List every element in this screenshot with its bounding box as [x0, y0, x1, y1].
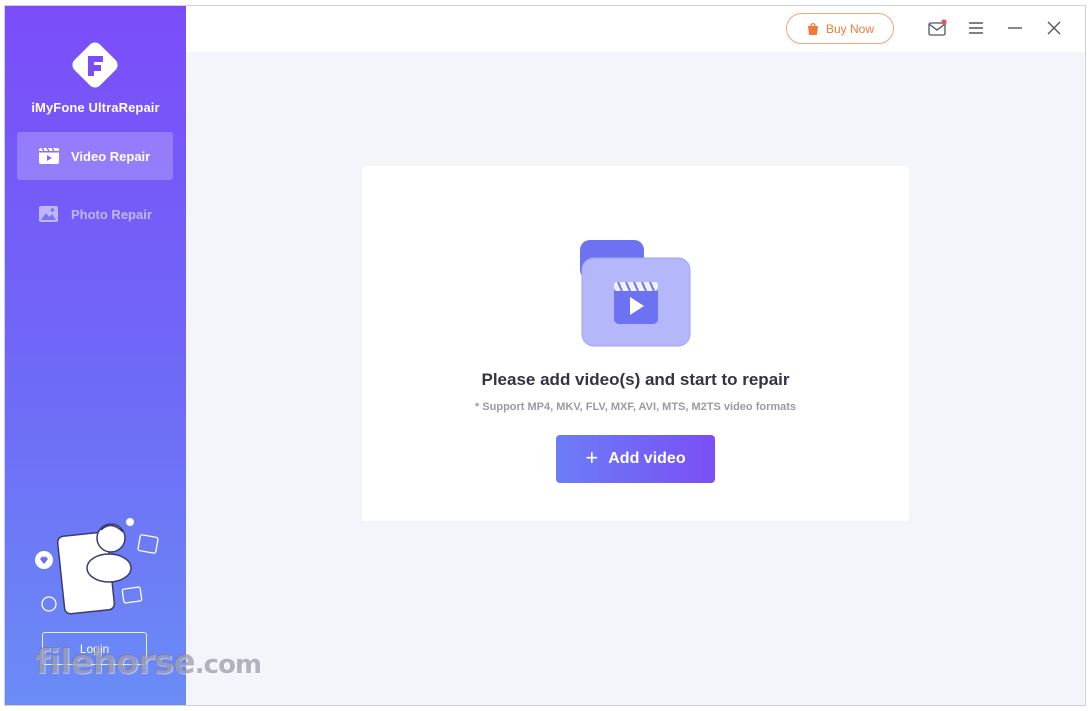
- title-bar: Buy Now: [186, 6, 1085, 52]
- photo-icon: [38, 205, 60, 223]
- menu-icon[interactable]: [966, 18, 986, 38]
- sidebar-item-label: Photo Repair: [71, 206, 152, 222]
- drop-zone-title: Please add video(s) and start to repair: [481, 370, 790, 389]
- supported-formats-text: * Support MP4, MKV, FLV, MXF, AVI, MTS, …: [474, 401, 797, 413]
- add-video-label: Add video: [608, 450, 686, 467]
- sidebar-item-photo-repair[interactable]: Photo Repair: [17, 190, 173, 238]
- sidebar: iMyFone UltraRepair Video Repair Photo R…: [5, 6, 186, 705]
- add-video-button[interactable]: + Add video: [556, 435, 715, 483]
- video-clapper-icon: [38, 147, 60, 165]
- plus-icon: +: [585, 444, 599, 470]
- sidebar-item-label: Video Repair: [71, 148, 151, 164]
- close-icon[interactable]: [1044, 18, 1064, 38]
- buy-now-button[interactable]: Buy Now: [786, 13, 894, 44]
- sidebar-illustration: [35, 518, 159, 615]
- buy-now-label: Buy Now: [825, 21, 875, 36]
- app-name: iMyFone UltraRepair: [31, 100, 160, 115]
- mail-icon[interactable]: [927, 18, 947, 38]
- app-logo-icon: [72, 42, 118, 88]
- login-button[interactable]: Login: [42, 632, 147, 665]
- minimize-icon[interactable]: [1005, 18, 1025, 38]
- drop-zone-card[interactable]: Please add video(s) and start to repair …: [362, 166, 909, 521]
- watermark-suffix: .com: [194, 650, 262, 680]
- sidebar-item-video-repair[interactable]: Video Repair: [17, 132, 173, 180]
- video-folder-icon: [580, 240, 691, 347]
- app-window: iMyFone UltraRepair Video Repair Photo R…: [4, 5, 1086, 706]
- bag-icon: [807, 22, 818, 35]
